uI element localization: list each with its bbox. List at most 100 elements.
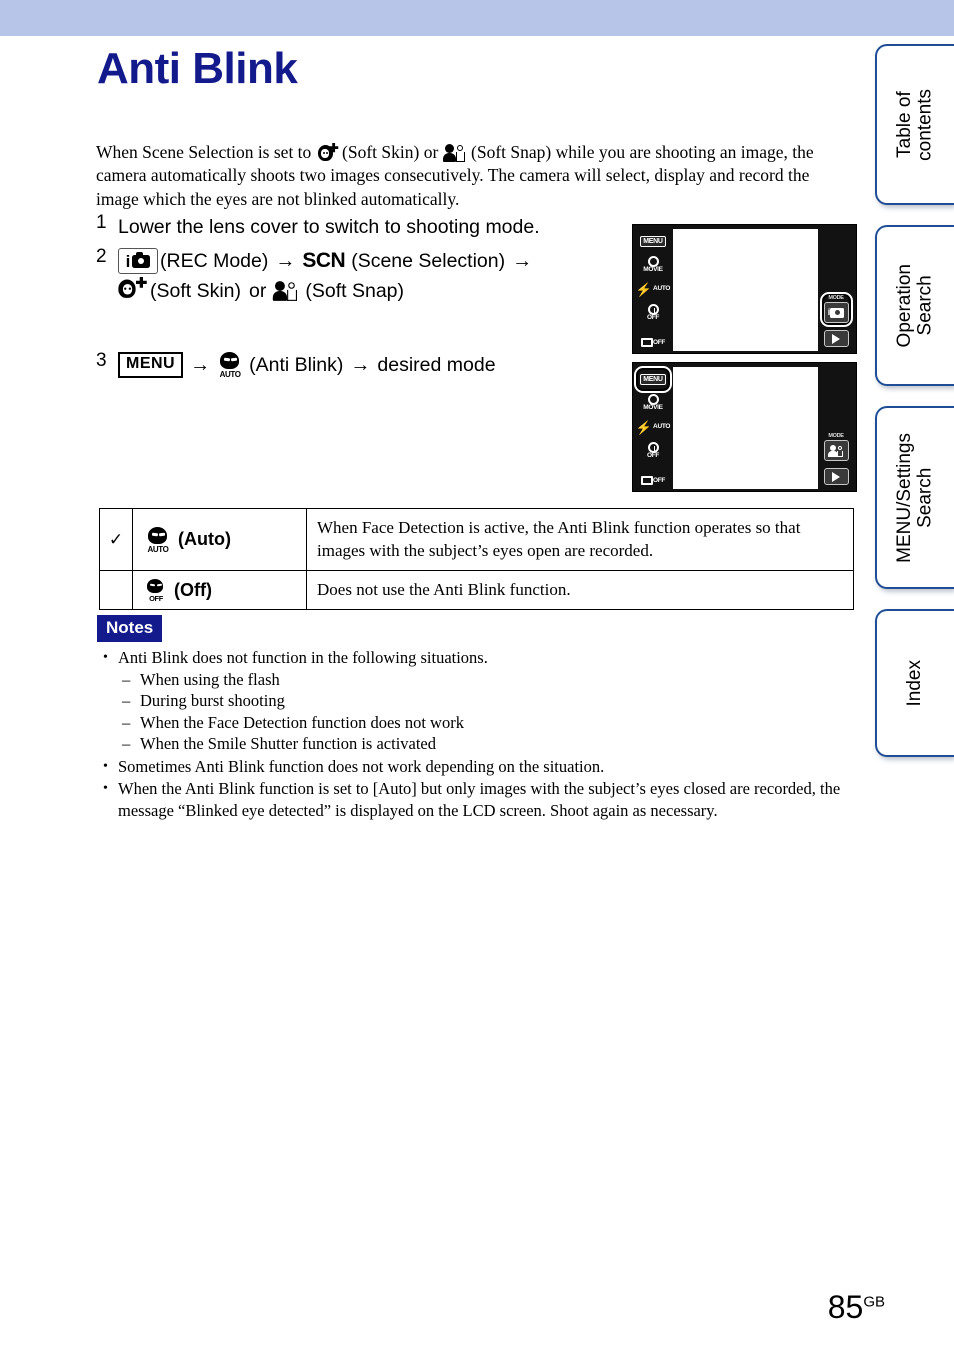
intro-text-part1: When Scene Selection is set to xyxy=(96,141,312,162)
list-item: When the Face Detection function does no… xyxy=(118,712,857,734)
checkmark-icon: ✓ xyxy=(108,529,124,549)
option-label: (Auto) xyxy=(178,529,231,549)
camera-live-view xyxy=(673,367,818,489)
anti-blink-off-icon: OFF xyxy=(145,579,167,602)
camera-movie-button[interactable]: MOVIE xyxy=(638,256,668,275)
camera-right-rail: MODE i xyxy=(816,225,856,353)
sidebar-item-label: MENU/Settings Search xyxy=(893,432,936,563)
scn-icon: SCN xyxy=(302,249,346,272)
camera-menu-button[interactable]: MENU xyxy=(638,232,668,251)
burst-icon xyxy=(640,475,653,485)
sidebar-item-index[interactable]: Index xyxy=(875,609,954,757)
soft-skin-icon: ✚ xyxy=(316,142,339,164)
option-description: When Face Detection is active, the Anti … xyxy=(306,508,854,571)
timer-icon xyxy=(647,304,659,316)
step-text: Lower the lens cover to switch to shooti… xyxy=(118,216,540,238)
rec-mode-icon[interactable]: i xyxy=(118,248,158,274)
camera-screen-menu: MENU MOVIE ⚡ AUTO OFF OFF MODE xyxy=(632,362,857,492)
notes-section: Notes Anti Blink does not function in th… xyxy=(97,615,857,822)
flash-icon: ⚡ xyxy=(635,419,653,435)
intro-text-part2: (Soft Skin) or xyxy=(342,141,439,162)
play-icon xyxy=(832,471,840,482)
scene-selection-label: (Scene Selection) xyxy=(351,250,506,272)
desired-mode-label: desired mode xyxy=(377,354,496,376)
step-1: 1 Lower the lens cover to switch to shoo… xyxy=(96,212,636,242)
camera-menu-button[interactable]: MENU xyxy=(634,365,672,393)
camera-live-view xyxy=(673,229,818,351)
step-number: 3 xyxy=(96,350,107,371)
soft-skin-label: (Soft Skin) xyxy=(150,280,242,302)
camera-mode-button[interactable]: MODE xyxy=(823,433,849,461)
steps-list: 1 Lower the lens cover to switch to shoo… xyxy=(96,212,636,384)
note-text: Anti Blink does not function in the foll… xyxy=(118,648,488,667)
step-3-line-1: MENU → AUTO (Anti Blink) → desired mode xyxy=(118,350,636,380)
camera-flash-button[interactable]: ⚡ AUTO xyxy=(635,280,671,299)
soft-snap-icon xyxy=(273,280,299,302)
soft-snap-mode-icon xyxy=(823,440,849,461)
camera-left-rail: MENU MOVIE ⚡ AUTO OFF OFF xyxy=(633,225,673,353)
camera-icon xyxy=(132,251,151,268)
rec-mode-icon: i xyxy=(823,302,849,323)
camera-self-timer-button[interactable]: OFF xyxy=(638,304,668,323)
soft-skin-icon: ✚ xyxy=(116,276,147,306)
list-item: When the Anti Blink function is set to [… xyxy=(97,778,857,821)
play-icon xyxy=(832,333,840,344)
step-2-line-2: ✚ (Soft Skin) or (Soft Snap) xyxy=(118,276,636,306)
anti-blink-label: (Anti Blink) xyxy=(249,354,344,376)
notes-list: Anti Blink does not function in the foll… xyxy=(97,647,857,821)
sidebar-item-table-of-contents[interactable]: Table of contents xyxy=(875,44,954,205)
side-tab-nav: Table of contents Operation Search MENU/… xyxy=(875,44,954,777)
camera-playback-button[interactable] xyxy=(823,330,849,347)
note-sub-list: When using the flash During burst shooti… xyxy=(118,669,857,755)
camera-left-rail: MENU MOVIE ⚡ AUTO OFF OFF xyxy=(633,363,673,491)
camera-flash-button[interactable]: ⚡ AUTO xyxy=(635,418,671,437)
soft-snap-label: (Soft Snap) xyxy=(305,280,405,302)
arrow-icon: → xyxy=(350,354,371,376)
default-check-cell: ✓ xyxy=(99,508,133,571)
sidebar-item-menu-settings-search[interactable]: MENU/Settings Search xyxy=(875,406,954,589)
camera-self-timer-button[interactable]: OFF xyxy=(638,442,668,461)
camera-right-rail: MODE xyxy=(816,363,856,491)
camera-mode-button[interactable]: MODE i xyxy=(819,291,853,327)
or-label: or xyxy=(249,280,267,302)
option-label-cell: OFF (Off) xyxy=(132,570,307,610)
table-row: ✓ AUTO (Auto) When Face Detection is act… xyxy=(99,508,854,571)
page-number-value: 85 xyxy=(827,1289,864,1325)
camera-movie-button[interactable]: MOVIE xyxy=(638,394,668,413)
page-title: Anti Blink xyxy=(97,44,298,93)
camera-screen-rec-mode: MENU MOVIE ⚡ AUTO OFF OFF MODE i xyxy=(632,224,857,354)
options-table: ✓ AUTO (Auto) When Face Detection is act… xyxy=(99,508,854,610)
list-item: Sometimes Anti Blink function does not w… xyxy=(97,756,857,778)
arrow-icon: → xyxy=(512,250,533,272)
camera-playback-button[interactable] xyxy=(823,468,849,485)
menu-button-icon[interactable]: MENU xyxy=(118,352,184,378)
flash-icon: ⚡ xyxy=(635,281,653,297)
table-row: OFF (Off) Does not use the Anti Blink fu… xyxy=(99,570,854,610)
rec-mode-label: (REC Mode) xyxy=(160,250,269,272)
camera-burst-button[interactable]: OFF xyxy=(638,466,668,485)
sidebar-item-label: Index xyxy=(904,659,926,707)
step-2-line-1: i (REC Mode) → SCN (Scene Selection) → xyxy=(118,246,636,276)
anti-blink-auto-icon: AUTO xyxy=(145,526,171,553)
arrow-icon: → xyxy=(275,250,296,272)
option-label: (Off) xyxy=(174,579,212,600)
timer-icon xyxy=(647,442,659,454)
burst-icon xyxy=(640,337,653,347)
step-number: 2 xyxy=(96,246,107,267)
option-label-cell: AUTO (Auto) xyxy=(132,508,307,571)
sidebar-item-label: Operation Search xyxy=(893,263,936,348)
page-number-suffix: GB xyxy=(863,1293,885,1311)
step-number: 1 xyxy=(96,212,107,233)
step-2: 2 i (REC Mode) → SCN (Scene Selection) →… xyxy=(96,246,636,306)
list-item: When the Smile Shutter function is activ… xyxy=(118,733,857,755)
list-item: Anti Blink does not function in the foll… xyxy=(97,647,857,755)
anti-blink-auto-icon: AUTO xyxy=(217,352,243,379)
camera-burst-button[interactable]: OFF xyxy=(638,328,668,347)
soft-snap-icon xyxy=(442,143,467,163)
option-description: Does not use the Anti Blink function. xyxy=(306,570,854,610)
header-band xyxy=(0,0,954,36)
list-item: During burst shooting xyxy=(118,690,857,712)
step-content: MENU → AUTO (Anti Blink) → desired mode xyxy=(118,350,636,380)
sidebar-item-operation-search[interactable]: Operation Search xyxy=(875,225,954,386)
step-3: 3 MENU → AUTO (Anti Blink) → desired mod… xyxy=(96,350,636,380)
